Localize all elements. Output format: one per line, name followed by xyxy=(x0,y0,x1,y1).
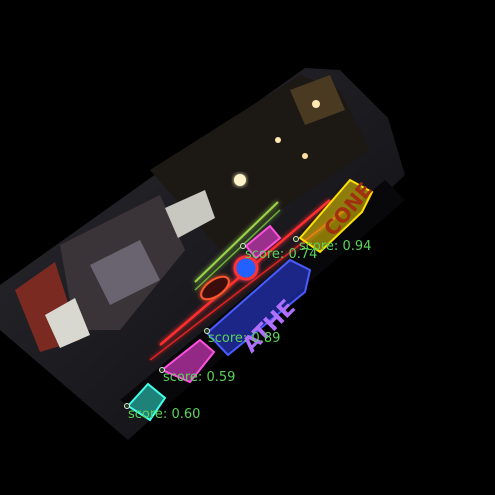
detection-score-label: score: 0.59 xyxy=(163,370,236,385)
lamp-3 xyxy=(234,174,246,186)
detection-visualization: CONE ATHE score: 0.94 score: 0.74 score:… xyxy=(0,0,495,495)
detection-score-label: score: 0.60 xyxy=(128,407,201,422)
lamp-2 xyxy=(275,137,281,143)
detection-score-label: score: 0.74 xyxy=(245,247,318,262)
detection-score-label: score: 0.89 xyxy=(208,331,281,346)
lamp-1 xyxy=(312,100,320,108)
lamp-4 xyxy=(302,153,308,159)
